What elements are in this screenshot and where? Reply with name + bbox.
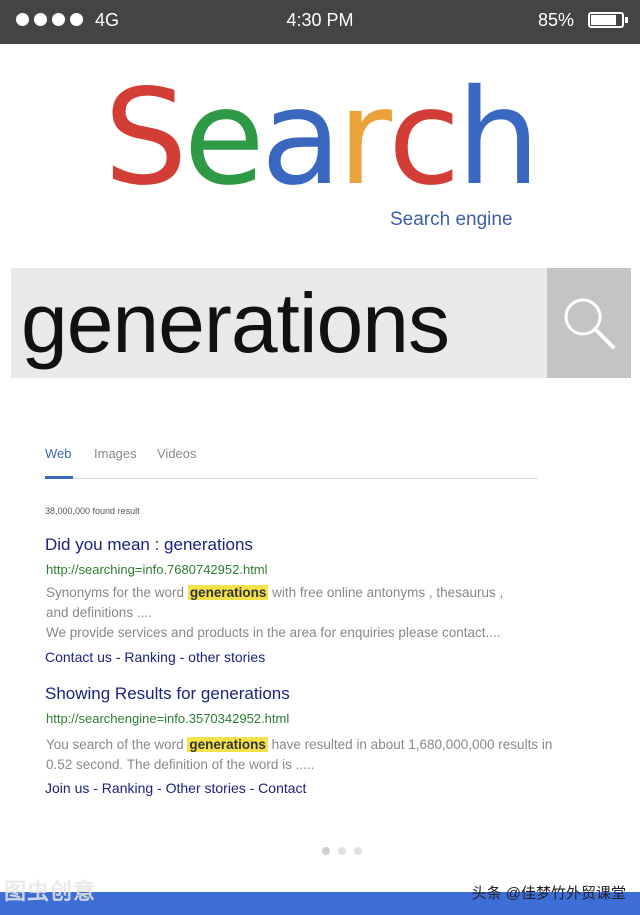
highlighted-term: generations	[187, 737, 268, 752]
page-dot[interactable]	[354, 847, 362, 855]
result-snippet: You search of the word generations have …	[46, 735, 552, 755]
pagination-dots	[322, 847, 362, 855]
search-input[interactable]: generations	[11, 268, 547, 378]
result-snippet-line: We provide services and products in the …	[46, 625, 501, 640]
logo-letter: c	[387, 61, 461, 215]
battery-percent: 85%	[537, 10, 574, 30]
status-bar: 4G 4:30 PM 85%	[0, 0, 640, 44]
logo-tagline: Search engine	[390, 209, 513, 230]
result-sublinks[interactable]: Join us - Ranking - Other stories - Cont…	[45, 780, 306, 796]
result-snippet: Synonyms for the word generations with f…	[46, 583, 503, 603]
watermark-credit: 头条 @佳梦竹外贸课堂	[471, 885, 626, 902]
result-url[interactable]: http://searching=info.7680742952.html	[46, 562, 268, 577]
search-query: generations	[21, 276, 450, 370]
result-snippet-line: 0.52 second. The definition of the word …	[46, 757, 315, 772]
search-logo: Search	[0, 72, 640, 204]
snippet-text: with free online antonyms , thesaurus ,	[268, 585, 504, 600]
tab-web[interactable]: Web	[45, 446, 72, 461]
watermark-logo: 图虫创意	[4, 879, 97, 904]
snippet-text: have resulted in about 1,680,000,000 res…	[267, 737, 553, 752]
snippet-text: Synonyms for the word	[46, 585, 188, 600]
logo-letter: r	[337, 61, 392, 215]
highlighted-term: generations	[187, 585, 269, 600]
search-icon	[564, 298, 615, 349]
page-dot[interactable]	[322, 847, 330, 855]
logo-letter: S	[103, 61, 188, 215]
page-dot[interactable]	[338, 847, 346, 855]
result-url[interactable]: http://searchengine=info.3570342952.html	[46, 711, 289, 726]
tab-videos[interactable]: Videos	[157, 446, 197, 461]
logo-letter: a	[260, 61, 342, 215]
snippet-text: You search of the word	[46, 737, 188, 752]
logo-letter: h	[456, 61, 541, 215]
result-sublinks[interactable]: Contact us - Ranking - other stories	[45, 649, 265, 665]
battery-icon	[588, 12, 628, 28]
battery-fill	[591, 15, 617, 25]
tab-images[interactable]: Images	[94, 446, 137, 461]
result-title-link[interactable]: Showing Results for generations	[45, 684, 290, 704]
result-title-link[interactable]: Did you mean : generations	[45, 535, 253, 555]
result-tabs: Web Images Videos	[45, 440, 538, 479]
search-button[interactable]	[547, 268, 631, 378]
active-tab-indicator	[45, 476, 73, 479]
result-snippet-line: and definitions ....	[46, 605, 152, 620]
results-count: 38,000,000 found result	[45, 506, 140, 516]
logo-letter: e	[183, 61, 265, 215]
